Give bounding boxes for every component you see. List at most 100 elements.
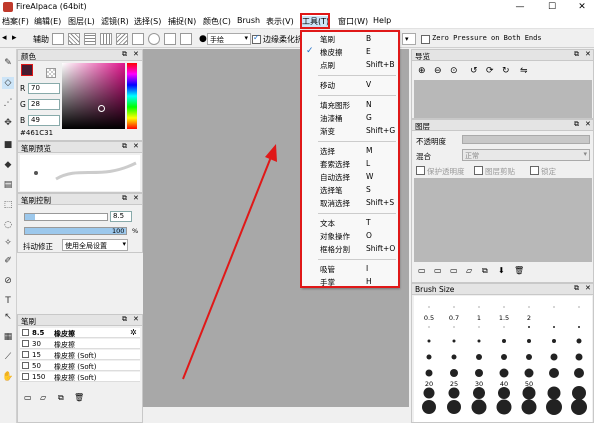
brush-size-option[interactable]: [466, 398, 492, 416]
menu-view[interactable]: 表示(V): [266, 16, 294, 27]
brush-size-option[interactable]: [566, 314, 592, 332]
float-icon[interactable]: ⧉: [574, 50, 579, 59]
folder-icon[interactable]: ▱: [40, 393, 46, 402]
close-icon[interactable]: ✕: [585, 120, 591, 128]
object-icon[interactable]: ↖: [2, 311, 14, 323]
new-brush-icon[interactable]: ▭: [24, 393, 32, 402]
brush-size-option[interactable]: 25: [441, 380, 467, 399]
new-8bit-layer-icon[interactable]: ▭: [434, 266, 442, 275]
brush-size-option[interactable]: 1: [466, 314, 492, 332]
brush-list-item[interactable]: 50 橡皮擦 (Soft): [20, 361, 140, 371]
brush-size-option[interactable]: [491, 398, 517, 416]
gear-icon[interactable]: ✲: [130, 328, 137, 337]
maximize-button[interactable]: ☐: [540, 0, 564, 14]
zero-pressure-checkbox[interactable]: [421, 35, 430, 44]
float-icon[interactable]: ⧉: [122, 315, 127, 324]
brush-checkbox[interactable]: [22, 351, 29, 358]
snap-parallel-icon[interactable]: [68, 33, 80, 45]
brush-size-option[interactable]: [541, 380, 567, 400]
size-field[interactable]: 8.5: [110, 211, 132, 222]
stabilizer-select[interactable]: 使用全局设置 ▾: [62, 239, 128, 251]
color-picker-field[interactable]: [62, 63, 125, 129]
duplicate-layer-icon[interactable]: ⧉: [482, 266, 488, 276]
snap-curve-icon[interactable]: [164, 33, 176, 45]
edge-soften-checkbox[interactable]: ✓: [252, 33, 261, 44]
float-icon[interactable]: ⧉: [574, 120, 579, 129]
delete-layer-icon[interactable]: 🗑: [514, 266, 524, 275]
snap-circle-icon[interactable]: [148, 33, 160, 45]
move-tool-icon[interactable]: ✥: [2, 117, 14, 129]
merge-layer-icon[interactable]: ⬇: [498, 266, 505, 275]
magic-wand-icon[interactable]: ✧: [2, 237, 14, 249]
clipping-checkbox[interactable]: [474, 166, 483, 175]
close-icon[interactable]: ✕: [133, 315, 139, 323]
deselect-icon[interactable]: ⊘: [2, 275, 14, 287]
redo-icon[interactable]: ▸: [12, 33, 17, 43]
brush-size-option[interactable]: [516, 398, 542, 416]
copy-icon[interactable]: ⧉: [58, 393, 64, 403]
close-icon[interactable]: ✕: [133, 142, 139, 150]
pen-tool-icon[interactable]: ✎: [2, 57, 14, 69]
close-icon[interactable]: ✕: [585, 284, 591, 292]
brush-checkbox[interactable]: [22, 373, 29, 380]
brush-size-option[interactable]: [416, 398, 442, 416]
dot-tool-icon[interactable]: ⋰: [2, 97, 14, 109]
menu-select[interactable]: 选择(S): [134, 16, 161, 27]
text-icon[interactable]: T: [2, 295, 14, 307]
brush-size-option[interactable]: 0.5: [416, 314, 442, 332]
new-1bit-layer-icon[interactable]: ▭: [450, 266, 458, 275]
hand-icon[interactable]: ✋: [2, 371, 14, 383]
float-icon[interactable]: ⧉: [574, 284, 579, 293]
brush-size-option[interactable]: [441, 398, 467, 416]
float-icon[interactable]: ⧉: [122, 142, 127, 151]
new-layer-icon[interactable]: ▭: [418, 266, 426, 275]
snap-vertical-icon[interactable]: [100, 33, 112, 45]
snap-diagonal-icon[interactable]: [116, 33, 128, 45]
brush-checkbox[interactable]: [22, 340, 29, 347]
gradient-icon[interactable]: ▤: [2, 179, 14, 191]
brush-size-option[interactable]: 40: [491, 380, 517, 399]
protect-alpha-checkbox[interactable]: [416, 166, 425, 175]
brush-size-option[interactable]: 1.5: [491, 314, 517, 332]
menu-filter[interactable]: 滤镜(R): [101, 16, 129, 27]
zoom-in-icon[interactable]: ⊕: [418, 66, 426, 76]
g-field[interactable]: 28: [28, 99, 60, 110]
float-icon[interactable]: ⧉: [122, 50, 127, 59]
zoom-out-icon[interactable]: ⊖: [434, 66, 442, 76]
transparent-swatch[interactable]: [46, 68, 56, 78]
brush-list-item[interactable]: 8.5 橡皮擦 ✲: [20, 328, 140, 338]
layer-opacity-slider[interactable]: [462, 135, 590, 144]
eyedropper-icon[interactable]: ⟋: [2, 351, 14, 363]
brush-size-option[interactable]: [566, 398, 592, 416]
size-slider[interactable]: [24, 213, 108, 221]
rotate-left-icon[interactable]: ↺: [470, 66, 478, 76]
close-icon[interactable]: ✕: [133, 194, 139, 202]
layer-folder-icon[interactable]: ▱: [466, 266, 472, 275]
frame-divide-icon[interactable]: ▦: [2, 331, 14, 343]
menu-window[interactable]: 窗口(W): [338, 16, 368, 27]
brush-list-item[interactable]: 150 橡皮擦 (Soft): [20, 372, 140, 382]
pressure-select[interactable]: ▾: [402, 33, 416, 45]
snap-off-icon[interactable]: [52, 33, 64, 45]
handdraw-select[interactable]: 手绘 ▾: [207, 33, 251, 45]
bucket-icon[interactable]: ◆: [2, 159, 14, 171]
undo-icon[interactable]: ◂: [2, 33, 7, 43]
float-icon[interactable]: ⧉: [122, 194, 127, 203]
brush-checkbox[interactable]: [22, 329, 29, 336]
brush-list-item[interactable]: 30 橡皮擦: [20, 339, 140, 349]
snap-grid-icon[interactable]: [84, 33, 96, 45]
menu-file[interactable]: 档案(F): [2, 16, 29, 27]
brush-list-item[interactable]: 15 橡皮擦 (Soft): [20, 350, 140, 360]
select-icon[interactable]: ⬚: [2, 199, 14, 211]
snap-perspective-icon[interactable]: [180, 33, 192, 45]
lock-checkbox[interactable]: [530, 166, 539, 175]
zoom-fit-icon[interactable]: ⊙: [450, 66, 458, 76]
brush-size-option[interactable]: [566, 380, 592, 400]
close-icon[interactable]: ✕: [585, 50, 591, 58]
menu-edit[interactable]: 编辑(E): [34, 16, 61, 27]
brush-size-option[interactable]: 20: [416, 380, 442, 399]
flip-icon[interactable]: ⇋: [520, 66, 528, 76]
eraser-tool-icon[interactable]: ◇: [2, 77, 14, 89]
rotate-reset-icon[interactable]: ⟳: [486, 66, 494, 76]
menu-color[interactable]: 颜色(C): [203, 16, 231, 27]
